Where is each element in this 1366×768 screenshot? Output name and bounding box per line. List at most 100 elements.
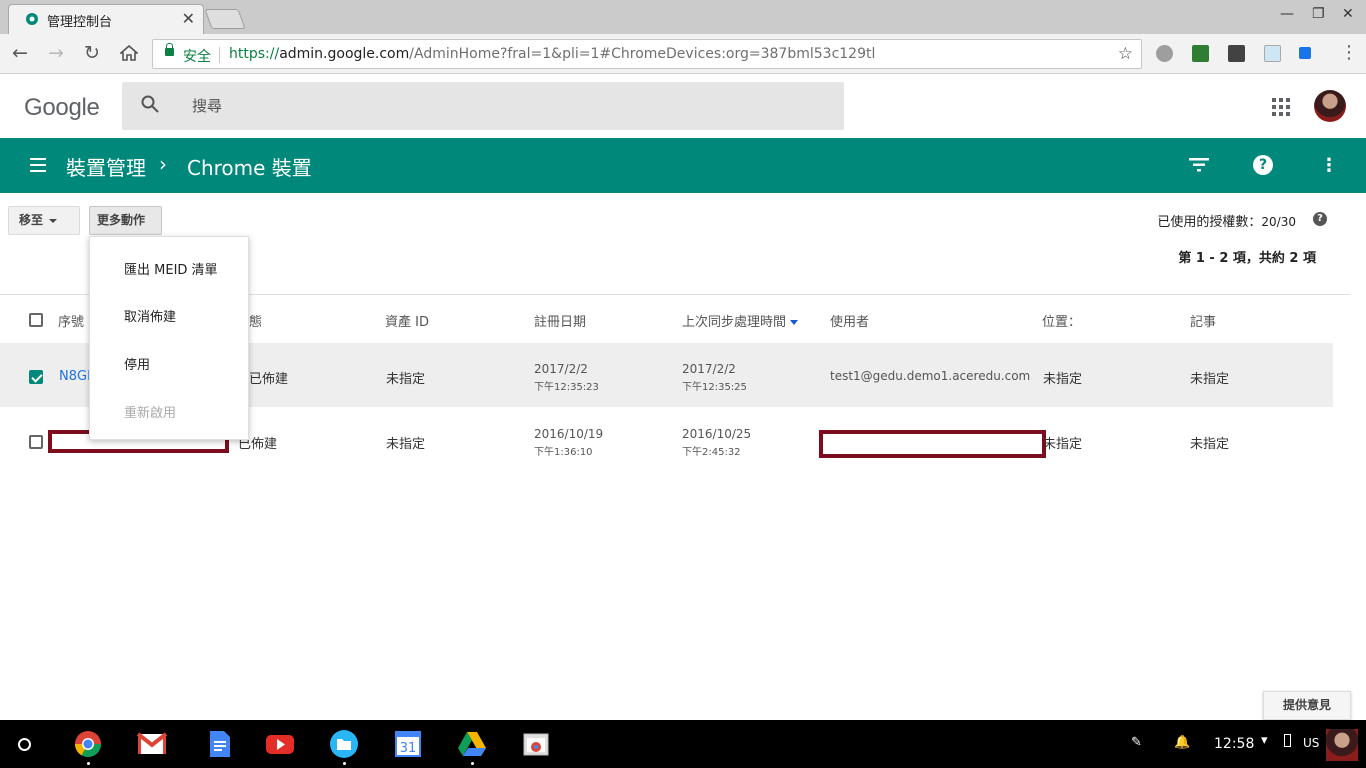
extension-icon[interactable] (1156, 45, 1173, 62)
notifications-icon[interactable]: 🔔 (1174, 735, 1190, 750)
files-icon[interactable] (329, 730, 359, 758)
user-cell: test1@gedu.demo1.aceredu.com (830, 369, 1031, 383)
youtube-icon[interactable] (265, 730, 295, 758)
column-header-enroll-date[interactable]: 註冊日期 (534, 311, 586, 330)
column-header-user[interactable]: 使用者 (830, 311, 869, 330)
license-help-icon[interactable]: ? (1313, 212, 1327, 226)
page-title: Chrome 裝置 (187, 156, 312, 180)
wifi-icon[interactable]: ▾ (1261, 733, 1268, 748)
column-header-notes[interactable]: 記事 (1190, 311, 1216, 330)
license-usage: 已使用的授權數：20/30 (1157, 211, 1296, 230)
chevron-down-icon (49, 218, 58, 223)
forward-icon[interactable]: → (48, 42, 64, 64)
window-icon[interactable] (521, 730, 551, 758)
classroom-extension-icon[interactable] (1192, 45, 1209, 62)
google-header: Google (0, 74, 1366, 138)
restore-icon[interactable]: ❐ (1312, 6, 1325, 22)
menu-item-disable[interactable]: 停用 (124, 354, 150, 373)
sync-date: 2017/2/2 (682, 362, 736, 376)
menu-item-export-meid[interactable]: 匯出 MEID 清單 (124, 259, 218, 278)
search-input[interactable] (192, 94, 792, 118)
running-indicator (87, 762, 90, 765)
new-tab-button[interactable] (204, 9, 246, 29)
stylus-icon[interactable]: ✎ (1131, 735, 1142, 750)
battery-icon[interactable] (1284, 734, 1291, 747)
docs-icon[interactable] (205, 730, 235, 758)
filter-icon[interactable] (1189, 158, 1209, 172)
url-path: /AdminHome?fral=1&pli=1#ChromeDevices:or… (409, 46, 876, 62)
hamburger-menu-icon[interactable] (30, 158, 46, 172)
column-header-last-sync[interactable]: 上次同步處理時間 (682, 311, 799, 330)
status-cell: 已佈建 (249, 372, 289, 387)
user-avatar[interactable] (1326, 729, 1358, 761)
more-actions-label: 更多動作 (97, 213, 146, 227)
reload-icon[interactable]: ↻ (84, 42, 100, 64)
enroll-date: 2016/10/19 (534, 427, 604, 441)
select-all-checkbox[interactable] (29, 313, 43, 327)
location-cell: 未指定 (1043, 437, 1083, 452)
enroll-time: 下午12:35:23 (534, 382, 599, 393)
clock[interactable]: 12:58 (1214, 736, 1254, 752)
row-checkbox[interactable] (29, 370, 43, 384)
google-logo: Google (24, 94, 100, 121)
column-header-status[interactable]: 態 (249, 311, 262, 330)
gmail-icon[interactable] (137, 730, 167, 758)
enroll-date-cell: 2016/10/19 下午1:36:10 (534, 427, 603, 458)
drive-icon[interactable] (457, 730, 487, 758)
help-icon[interactable]: ? (1253, 155, 1273, 175)
input-method[interactable]: US (1303, 736, 1319, 750)
apps-grid-icon[interactable] (1272, 98, 1290, 116)
film-extension-icon[interactable] (1228, 45, 1245, 62)
feedback-button[interactable]: 提供意見 (1263, 691, 1351, 720)
bookmark-star-icon[interactable]: ☆ (1118, 44, 1133, 64)
more-actions-menu: 匯出 MEID 清單 取消佈建 停用 重新啟用 (89, 236, 249, 440)
breadcrumb-chevron-icon: › (159, 152, 167, 176)
browser-tab[interactable]: 管理控制台 ✕ (8, 4, 204, 34)
tab-close-icon[interactable]: ✕ (182, 9, 195, 28)
enroll-date-cell: 2017/2/2 下午12:35:23 (534, 362, 599, 393)
admin-console-favicon-icon (26, 13, 38, 25)
launcher-icon[interactable] (18, 738, 31, 751)
menu-item-deprovision[interactable]: 取消佈建 (124, 306, 176, 325)
account-avatar[interactable] (1314, 90, 1346, 122)
calendar-icon[interactable]: 31 (393, 730, 423, 758)
sort-descending-icon (790, 320, 799, 325)
os-shelf: 31 ✎ 🔔 12:58 ▾ US (0, 720, 1366, 768)
move-to-button[interactable]: 移至 (8, 206, 80, 235)
notes-cell: 未指定 (1190, 437, 1230, 452)
running-indicator (343, 762, 346, 765)
search-icon (141, 95, 159, 113)
screenshot-extension-icon[interactable] (1264, 45, 1281, 62)
app-bar: 裝置管理 › Chrome 裝置 ? ⋮ (0, 138, 1366, 193)
menu-item-reenable: 重新啟用 (124, 406, 177, 421)
chrome-icon[interactable] (73, 730, 103, 758)
announce-extension-icon[interactable] (1299, 47, 1311, 59)
more-actions-button[interactable]: 更多動作 (89, 206, 162, 250)
asset-id-cell: 未指定 (386, 437, 426, 452)
asset-id-cell: 未指定 (386, 372, 426, 387)
address-bar[interactable]: 安全 https://admin.google.com/AdminHome?fr… (152, 39, 1142, 69)
browser-toolbar: ← → ↻ 安全 https://admin.google.com/AdminH… (0, 34, 1366, 74)
search-box[interactable] (122, 82, 844, 130)
column-header-asset-id[interactable]: 資產 ID (385, 311, 429, 330)
sync-time: 下午2:45:32 (682, 447, 741, 458)
license-count: 20/30 (1261, 215, 1296, 229)
last-sync-label: 上次同步處理時間 (682, 315, 787, 330)
window-close-icon[interactable]: ✕ (1342, 6, 1354, 22)
column-header-serial[interactable]: 序號 (58, 311, 84, 330)
column-header-location[interactable]: 位置： (1042, 311, 1081, 330)
pagination-range: 第 1 - 2 項，共約 2 項 (1178, 251, 1316, 266)
back-icon[interactable]: ← (12, 42, 28, 64)
minimize-icon[interactable]: — (1280, 6, 1294, 22)
url-host: admin.google.com (279, 46, 410, 62)
home-icon[interactable] (120, 45, 138, 61)
url-scheme: https:// (229, 46, 280, 62)
sync-date-cell: 2017/2/2 下午12:35:25 (682, 362, 747, 393)
more-options-icon[interactable]: ⋮ (1320, 155, 1338, 176)
secure-label: 安全 (183, 49, 211, 65)
browser-menu-icon[interactable]: ⋮ (1340, 42, 1358, 63)
breadcrumb-device-management[interactable]: 裝置管理 (66, 152, 146, 181)
row-checkbox[interactable] (29, 435, 43, 449)
calendar-day: 31 (400, 741, 417, 756)
sync-date: 2016/10/25 (682, 427, 752, 441)
